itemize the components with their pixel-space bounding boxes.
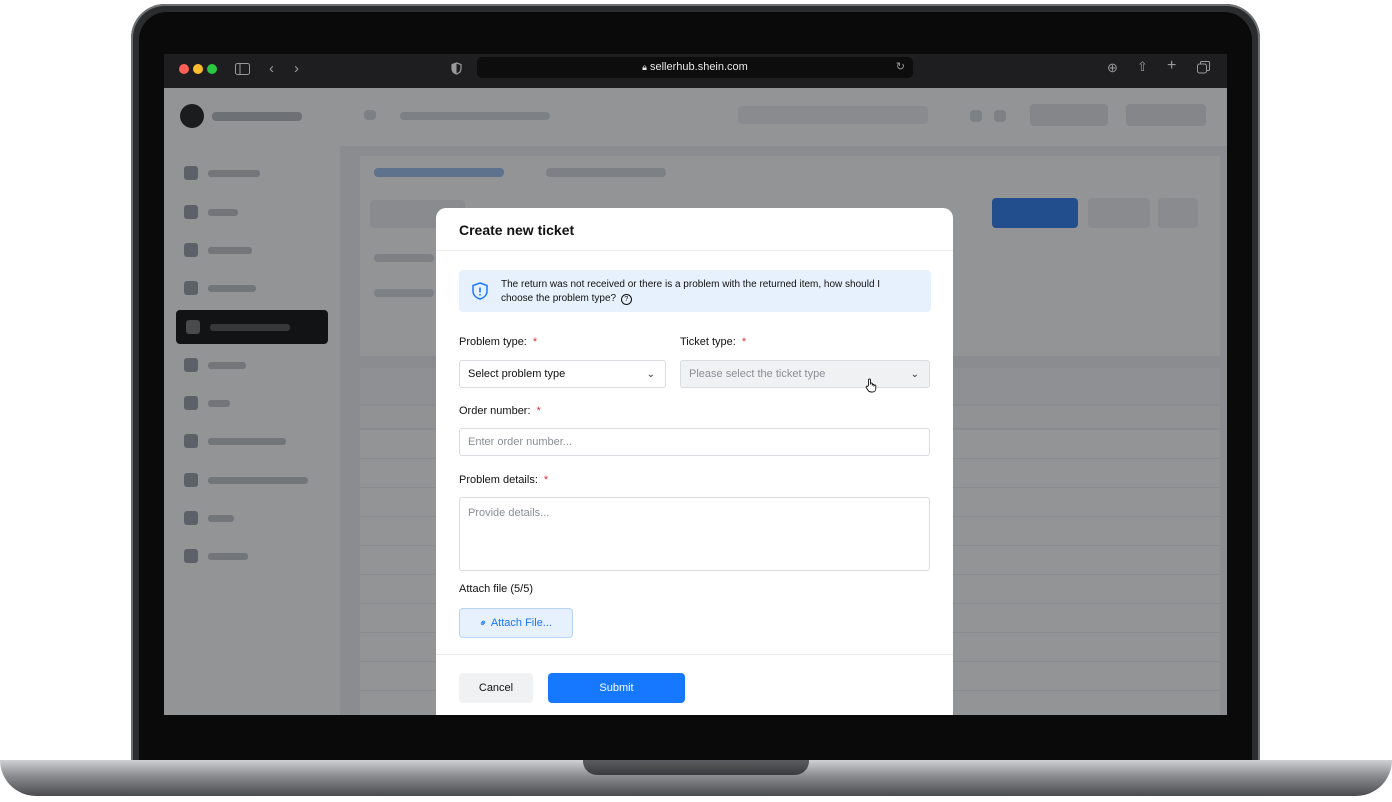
address-bar[interactable]: 🔒︎ sellerhub.shein.com ↻ <box>477 57 913 78</box>
ticket-type-select[interactable]: Please select the ticket type ⌄ <box>680 360 930 393</box>
shield-alert-icon <box>472 282 488 300</box>
order-number-placeholder: Enter order number... <box>468 436 572 448</box>
cancel-button[interactable]: Cancel <box>459 673 533 703</box>
close-window-button[interactable] <box>179 64 189 74</box>
problem-type-select[interactable]: Select problem type ⌄ <box>459 360 666 388</box>
required-mark: * <box>741 336 747 348</box>
problem-type-value: Select problem type <box>468 368 566 380</box>
browser-toolbar: ‹ › 🔒︎ sellerhub.shein.com ↻ ⊕ ⇧ + <box>164 54 1227 88</box>
ticket-type-placeholder: Please select the ticket type <box>689 368 826 380</box>
address-url: sellerhub.shein.com <box>650 61 748 73</box>
info-banner: The return was not received or there is … <box>459 270 931 312</box>
modal-divider <box>436 654 953 655</box>
create-ticket-modal: Create new ticket The return was not rec… <box>436 208 953 715</box>
sidebar-toggle-icon[interactable] <box>235 63 250 78</box>
modal-title: Create new ticket <box>459 222 575 238</box>
reload-icon[interactable]: ↻ <box>896 57 905 78</box>
problem-details-label: Problem details: <box>459 474 538 486</box>
laptop-notch <box>583 760 809 775</box>
privacy-shield-icon[interactable] <box>451 62 462 78</box>
required-mark: * <box>536 405 541 417</box>
lock-icon: 🔒︎ <box>642 62 647 72</box>
problem-details-placeholder: Provide details... <box>468 507 550 519</box>
attach-file-button-label: Attach File... <box>490 617 552 629</box>
required-mark: * <box>543 474 549 486</box>
submit-button[interactable]: Submit <box>548 673 685 703</box>
tab-overview-icon[interactable] <box>1197 61 1210 77</box>
chevron-down-icon: ⌄ <box>910 369 919 380</box>
attach-file-button[interactable]: ⚭ Attach File... <box>459 608 573 638</box>
attach-file-label: Attach file (5/5) <box>459 583 533 595</box>
share-icon[interactable]: ⇧ <box>1137 60 1148 74</box>
problem-details-textarea[interactable]: Provide details... <box>459 497 930 571</box>
problem-details-label-row: Problem details: * <box>459 474 548 486</box>
problem-type-label-row: Problem type: * <box>459 336 537 348</box>
help-circle-icon[interactable]: ? <box>620 294 632 305</box>
ticket-type-label-row: Ticket type: * <box>680 336 746 348</box>
order-number-label: Order number: <box>459 405 531 417</box>
downloads-icon[interactable]: ⊕ <box>1107 61 1118 75</box>
problem-type-label: Problem type: <box>459 336 527 348</box>
info-text: The return was not received or there is … <box>501 279 881 304</box>
chevron-down-icon: ⌄ <box>646 369 655 380</box>
browser-window: ‹ › 🔒︎ sellerhub.shein.com ↻ ⊕ ⇧ + Creat… <box>164 54 1227 715</box>
ticket-type-label: Ticket type: <box>680 336 736 348</box>
back-icon[interactable]: ‹ <box>269 61 274 76</box>
new-tab-icon[interactable]: + <box>1167 58 1176 74</box>
modal-divider <box>436 250 953 251</box>
forward-icon[interactable]: › <box>294 61 299 76</box>
order-number-input[interactable]: Enter order number... <box>459 428 930 456</box>
hand-pointer-cursor-icon <box>865 377 877 403</box>
maximize-window-button[interactable] <box>207 64 217 74</box>
order-number-label-row: Order number: * <box>459 405 541 417</box>
required-mark: * <box>532 336 538 348</box>
minimize-window-button[interactable] <box>193 64 203 74</box>
